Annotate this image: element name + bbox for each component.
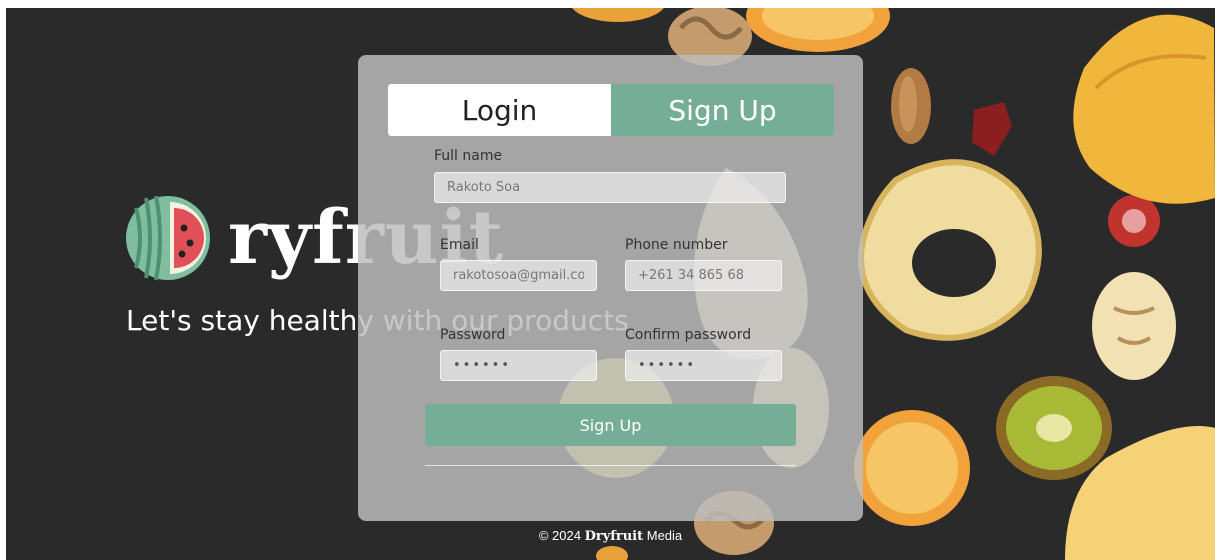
watermelon-logo-icon [126, 195, 210, 281]
phone-number-input[interactable] [625, 260, 782, 291]
auth-card: Login Sign Up Full name Email Phone numb… [358, 55, 863, 521]
page-background: ryfruit Let's stay healthy with our prod… [6, 8, 1215, 560]
divider [425, 465, 796, 466]
confirm-password-input[interactable] [625, 350, 782, 381]
password-label: Password [440, 327, 506, 343]
full-name-label: Full name [434, 148, 503, 164]
tab-login[interactable]: Login [388, 84, 611, 136]
password-input[interactable] [440, 350, 597, 381]
tab-signup[interactable]: Sign Up [611, 84, 834, 136]
footer: © 2024 Dryfruit Media [6, 528, 1215, 544]
email-label: Email [440, 237, 479, 253]
full-name-input[interactable] [434, 172, 786, 203]
sign-up-button[interactable]: Sign Up [425, 404, 796, 446]
email-input[interactable] [440, 260, 597, 291]
footer-brand: Dryfruit [584, 529, 644, 544]
confirm-password-label: Confirm password [625, 327, 752, 343]
phone-number-label: Phone number [625, 237, 728, 253]
footer-copyright: © 2024 [538, 528, 581, 543]
footer-suffix: Media [646, 528, 683, 543]
auth-tabs: Login Sign Up [388, 84, 834, 136]
